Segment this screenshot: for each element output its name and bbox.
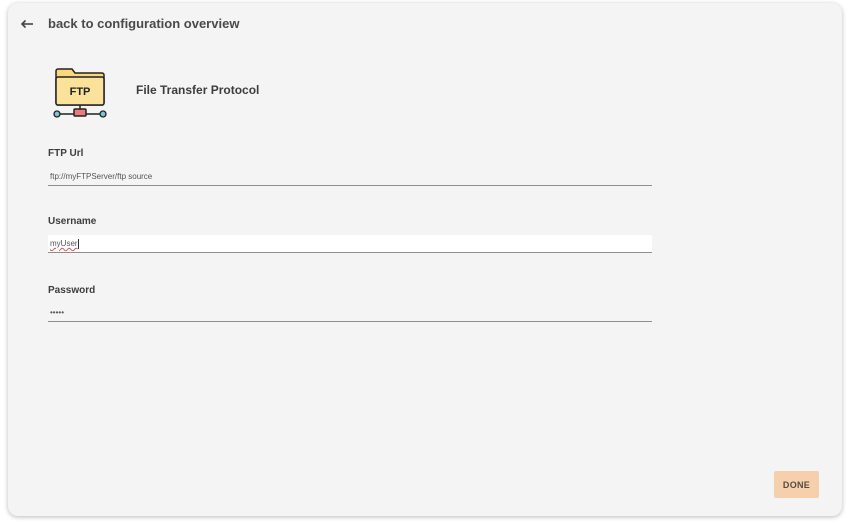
password-input[interactable]: ••••• xyxy=(48,304,652,322)
back-to-overview-link[interactable]: back to configuration overview xyxy=(20,15,239,33)
username-label: Username xyxy=(48,216,97,227)
ftp-url-label: FTP Url xyxy=(48,148,84,159)
back-link-label: back to configuration overview xyxy=(48,16,240,31)
username-value: myUser xyxy=(50,239,78,248)
username-input[interactable]: myUser xyxy=(48,235,652,253)
password-value: ••••• xyxy=(50,308,65,317)
text-cursor xyxy=(77,238,79,249)
ftp-url-input[interactable]: ftp://myFTPServer/ftp source xyxy=(48,168,652,186)
ftp-icon-label: FTP xyxy=(70,86,91,98)
protocol-title: File Transfer Protocol xyxy=(136,83,260,97)
password-label: Password xyxy=(48,285,96,296)
arrow-left-icon xyxy=(20,19,33,29)
configuration-panel: back to configuration overview FTP File … xyxy=(8,3,842,516)
ftp-folder-icon: FTP xyxy=(53,68,107,118)
done-button[interactable]: DONE xyxy=(774,471,819,498)
ftp-url-value: ftp://myFTPServer/ftp source xyxy=(50,172,153,181)
